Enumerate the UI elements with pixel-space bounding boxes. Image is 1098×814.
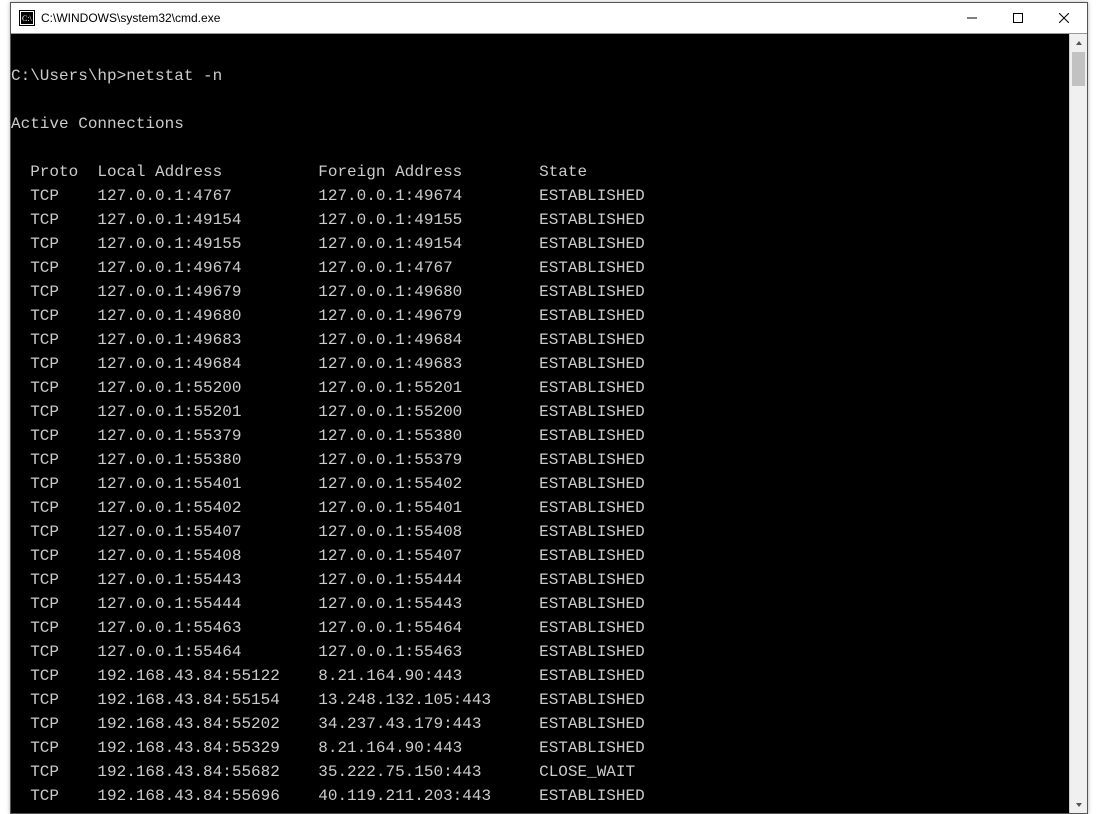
titlebar[interactable]: C:\ C:\WINDOWS\system32\cmd.exe [11,3,1087,34]
scroll-down-arrow-icon[interactable] [1070,796,1087,813]
svg-text:C:\: C:\ [22,14,33,23]
close-button[interactable] [1041,3,1087,33]
scroll-thumb[interactable] [1072,52,1085,86]
console-area: C:\Users\hp>netstat -n Active Connection… [11,34,1087,813]
console-output[interactable]: C:\Users\hp>netstat -n Active Connection… [11,34,1069,813]
cmd-window: C:\ C:\WINDOWS\system32\cmd.exe C:\Users… [10,2,1088,814]
maximize-button[interactable] [995,3,1041,33]
minimize-button[interactable] [949,3,995,33]
cmd-icon: C:\ [19,10,35,26]
window-title: C:\WINDOWS\system32\cmd.exe [41,11,220,25]
vertical-scrollbar[interactable] [1069,34,1087,813]
scroll-up-arrow-icon[interactable] [1070,34,1087,51]
